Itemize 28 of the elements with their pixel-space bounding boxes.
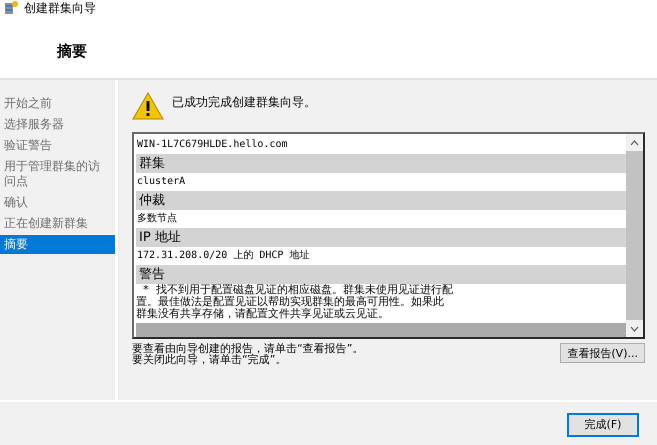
wizard-step[interactable]: 确认 xyxy=(0,193,115,212)
server-icon xyxy=(4,1,18,15)
page-heading: 摘要 xyxy=(57,42,87,61)
warning-text: 置。最佳做法是配置见证以帮助实现群集的最高可用性。如果此 xyxy=(136,296,445,308)
host-name: WIN-1L7C679HLDE.hello.com xyxy=(136,138,289,152)
wizard-step[interactable]: 验证警告 xyxy=(0,136,115,155)
scrollbar[interactable] xyxy=(626,134,643,337)
wizard-step[interactable]: 选择服务器 xyxy=(0,115,115,134)
view-report-button[interactable]: 查看报告(V)... xyxy=(560,343,645,363)
finish-button[interactable]: 完成(F) xyxy=(567,412,639,436)
warning-text: 群集没有共享存储，请配置文件共享见证或云见证。 xyxy=(136,308,390,320)
section-value: clusterA xyxy=(136,175,186,189)
section-heading: 警告 xyxy=(136,265,626,284)
wizard-step[interactable]: 正在创建新群集 xyxy=(0,214,115,233)
section-heading: 群集 xyxy=(136,154,626,173)
wizard-step[interactable]: 摘要 xyxy=(0,235,115,254)
wizard-step[interactable]: 用于管理群集的访问点 xyxy=(0,157,115,191)
section-value: 多数节点 xyxy=(136,212,178,226)
success-message: 已成功完成创建群集向导。 xyxy=(172,94,316,111)
wizard-step[interactable]: 开始之前 xyxy=(0,94,115,113)
instruction-text: 要关闭此向导，请单击“完成”。 xyxy=(132,354,286,365)
instruction-text: 要查看由向导创建的报告，请单击“查看报告”。 xyxy=(132,343,364,354)
section-heading: 仲裁 xyxy=(136,191,626,210)
warning-icon xyxy=(132,92,164,120)
section-heading: IP 地址 xyxy=(136,228,626,247)
window-title: 创建群集向导 xyxy=(24,0,96,16)
warning-text: * 找不到用于配置磁盘见证的相应磁盘。群集未使用见证进行配 xyxy=(142,284,454,296)
section-value: 172.31.208.0/20 上的 DHCP 地址 xyxy=(136,248,310,263)
